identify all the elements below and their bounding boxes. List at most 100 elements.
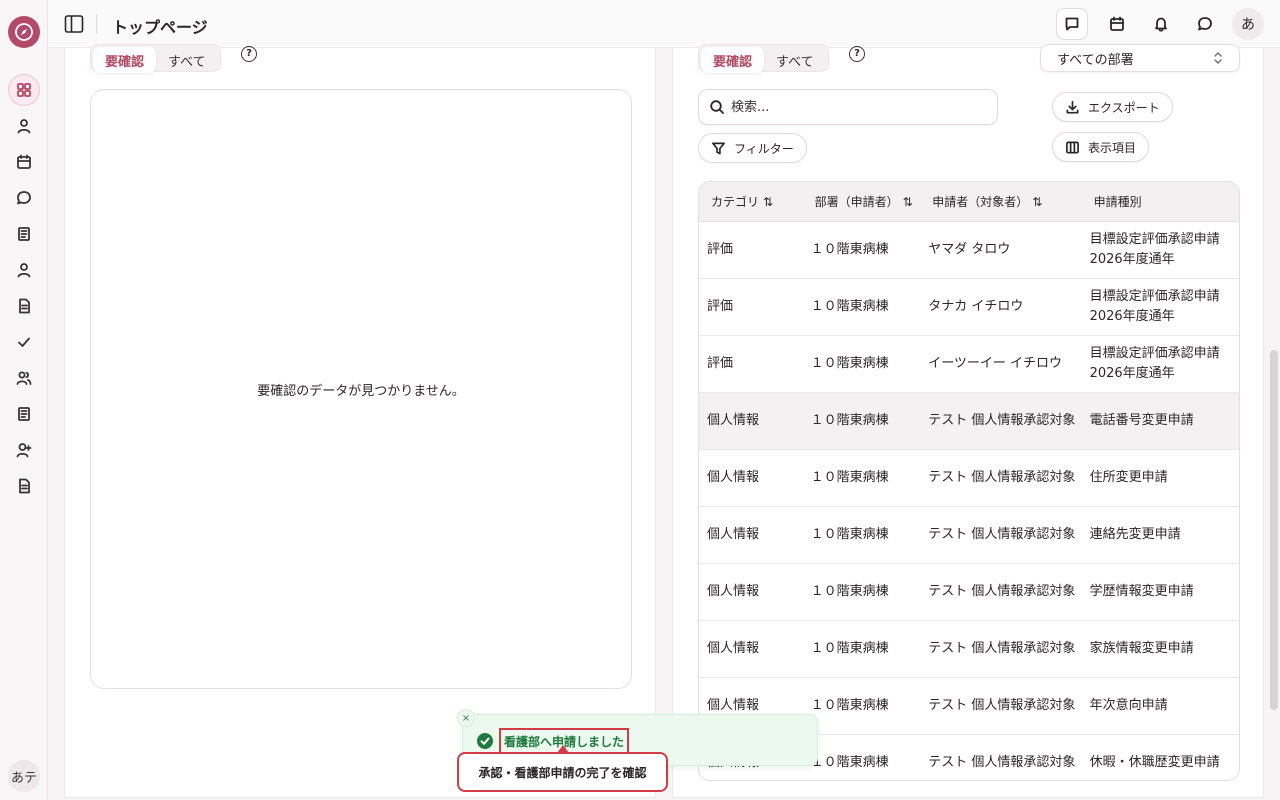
table-cell: テスト 個人情報承認対象 — [928, 584, 1076, 599]
table-cell: 個人情報 — [707, 527, 760, 542]
table-row[interactable]: 個人情報 １０階東病棟 テスト 個人情報承認対象 学歴情報変更申請 — [699, 564, 1239, 621]
table-cell: 目標設定評価承認申請 2026年度通年 — [1089, 289, 1220, 324]
table-cell: １０階東病棟 — [810, 698, 889, 713]
grid-icon — [17, 83, 31, 97]
sidebar-item-approvals[interactable] — [8, 326, 40, 358]
export-label: エクスポート — [1088, 100, 1160, 115]
sort-icon: ⇅ — [902, 194, 913, 209]
table-cell: 評価 — [707, 356, 734, 371]
department-select[interactable]: すべての部署 — [1040, 44, 1240, 72]
chevron-up-down-icon — [1214, 51, 1222, 65]
search-field[interactable] — [698, 89, 998, 125]
table-cell: 年次意向申請 — [1089, 698, 1168, 713]
table-cell: 個人情報 — [707, 470, 760, 485]
sort-icon: ⇅ — [1032, 194, 1043, 209]
table-row[interactable]: 評価 １０階東病棟 ヤマダ タロウ 目標設定評価承認申請 2026年度通年 — [699, 222, 1239, 279]
search-input[interactable] — [731, 99, 971, 115]
page-scrollbar[interactable] — [1270, 350, 1278, 710]
table-body: 評価 １０階東病棟 ヤマダ タロウ 目標設定評価承認申請 2026年度通年 評価 １０階東… — [699, 222, 1239, 780]
sidebar-toggle-icon[interactable] — [64, 14, 84, 34]
sidebar-item-dashboard[interactable] — [8, 74, 40, 106]
table-row[interactable]: 評価 １０階東病棟 タナカ イチロウ 目標設定評価承認申請 2026年度通年 — [699, 279, 1239, 336]
book-icon — [18, 407, 30, 421]
sidebar-item-documents[interactable] — [8, 290, 40, 322]
sidebar-item-staff[interactable] — [8, 254, 40, 286]
table-cell: 学歴情報変更申請 — [1089, 584, 1194, 599]
table-row[interactable]: 個人情報 １０階東病棟 テスト 個人情報承認対象 連絡先変更申請 — [699, 507, 1239, 564]
sort-icon: ⇅ — [763, 194, 774, 209]
table-cell: イーツーイー イチロウ — [928, 356, 1063, 371]
app-logo-icon[interactable] — [8, 16, 40, 48]
table-cell: テスト 個人情報承認対象 — [928, 470, 1076, 485]
col-header-department[interactable]: 部署（申請者） ⇅ — [803, 193, 921, 210]
user-plus-icon — [16, 443, 32, 458]
columns-label: 表示項目 — [1088, 140, 1137, 155]
export-button[interactable]: エクスポート — [1052, 92, 1173, 122]
table-cell: １０階東病棟 — [810, 641, 889, 656]
help-icon[interactable]: ? — [241, 46, 257, 62]
calendar-button[interactable] — [1101, 8, 1133, 40]
filter-button[interactable]: フィルター — [698, 133, 807, 163]
table-row[interactable]: 個人情報 １０階東病棟 テスト 個人情報承認対象 電話番号変更申請 — [699, 393, 1239, 450]
toast-close-icon[interactable]: × — [457, 709, 475, 727]
user-menu[interactable]: あテ — [8, 760, 40, 792]
filter-segment: 要確認 すべて — [698, 44, 829, 73]
help-icon[interactable]: ? — [849, 46, 865, 62]
tab-needs-review[interactable]: 要確認 — [93, 47, 157, 73]
file-text-icon — [19, 478, 30, 494]
filter-segment: 要確認 すべて — [90, 44, 221, 73]
table-cell: ヤマダ タロウ — [928, 242, 1011, 257]
annotation-tooltip: 承認・看護部申請の完了を確認 — [457, 752, 668, 792]
document-icon — [19, 298, 30, 314]
columns-button[interactable]: 表示項目 — [1052, 132, 1150, 162]
check-icon — [18, 337, 30, 347]
table-cell: １０階東病棟 — [810, 527, 889, 542]
search-icon — [710, 100, 724, 114]
table-cell: 個人情報 — [707, 584, 760, 599]
sidebar-item-messages[interactable] — [8, 182, 40, 214]
sidebar-item-records[interactable] — [8, 398, 40, 430]
avatar[interactable]: あ — [1232, 8, 1264, 40]
tab-all[interactable]: すべて — [156, 47, 218, 73]
table-row[interactable]: 個人情報 １０階東病棟 テスト 個人情報承認対象 家族情報変更申請 — [699, 621, 1239, 678]
page-title: トップページ — [112, 18, 208, 37]
table-cell: １０階東病棟 — [810, 356, 889, 371]
department-select-value: すべての部署 — [1057, 52, 1134, 68]
tab-all[interactable]: すべて — [764, 47, 826, 73]
chat-button[interactable] — [1189, 8, 1221, 40]
table-cell: 連絡先変更申請 — [1089, 527, 1181, 542]
table-cell: 目標設定評価承認申請 2026年度通年 — [1089, 232, 1220, 267]
sidebar-rail: あテ — [0, 0, 48, 800]
table-cell: 電話番号変更申請 — [1089, 413, 1194, 428]
table-row[interactable]: 個人情報 １０階東病棟 テスト 個人情報承認対象 住所変更申請 — [699, 450, 1239, 507]
table-cell: １０階東病棟 — [810, 299, 889, 314]
notifications-button[interactable] — [1145, 8, 1177, 40]
sidebar-item-profile[interactable] — [8, 110, 40, 142]
table-cell: １０階東病棟 — [810, 584, 889, 599]
person-icon — [17, 263, 31, 278]
sidebar-item-notes[interactable] — [8, 218, 40, 250]
table-cell: 目標設定評価承認申請 2026年度通年 — [1089, 346, 1220, 381]
filter-label: フィルター — [734, 141, 794, 156]
table-cell: １０階東病棟 — [810, 470, 889, 485]
tab-needs-review[interactable]: 要確認 — [701, 47, 765, 73]
table-cell: 評価 — [707, 242, 734, 257]
table-cell: 休暇・休職歴変更申請 — [1089, 755, 1220, 770]
table-cell: １０階東病棟 — [810, 242, 889, 257]
table-cell: テスト 個人情報承認対象 — [928, 755, 1076, 770]
sidebar-item-calendar[interactable] — [8, 146, 40, 178]
check-circle-icon — [477, 733, 493, 749]
messages-button[interactable] — [1056, 8, 1088, 40]
col-header-category[interactable]: カテゴリ ⇅ — [699, 193, 803, 210]
header-divider — [96, 14, 97, 34]
table-cell: 住所変更申請 — [1089, 470, 1168, 485]
table-cell: タナカ イチロウ — [928, 299, 1024, 314]
sidebar-item-reports[interactable] — [8, 470, 40, 502]
columns-icon — [1066, 141, 1079, 153]
user-icon — [17, 119, 31, 134]
sidebar-item-add-user[interactable] — [8, 434, 40, 466]
top-header: トップページ あ — [48, 0, 1280, 48]
table-row[interactable]: 評価 １０階東病棟 イーツーイー イチロウ 目標設定評価承認申請 2026年度通年 — [699, 336, 1239, 393]
col-header-applicant[interactable]: 申請者（対象者） ⇅ — [920, 193, 1081, 210]
sidebar-item-team[interactable] — [8, 362, 40, 394]
